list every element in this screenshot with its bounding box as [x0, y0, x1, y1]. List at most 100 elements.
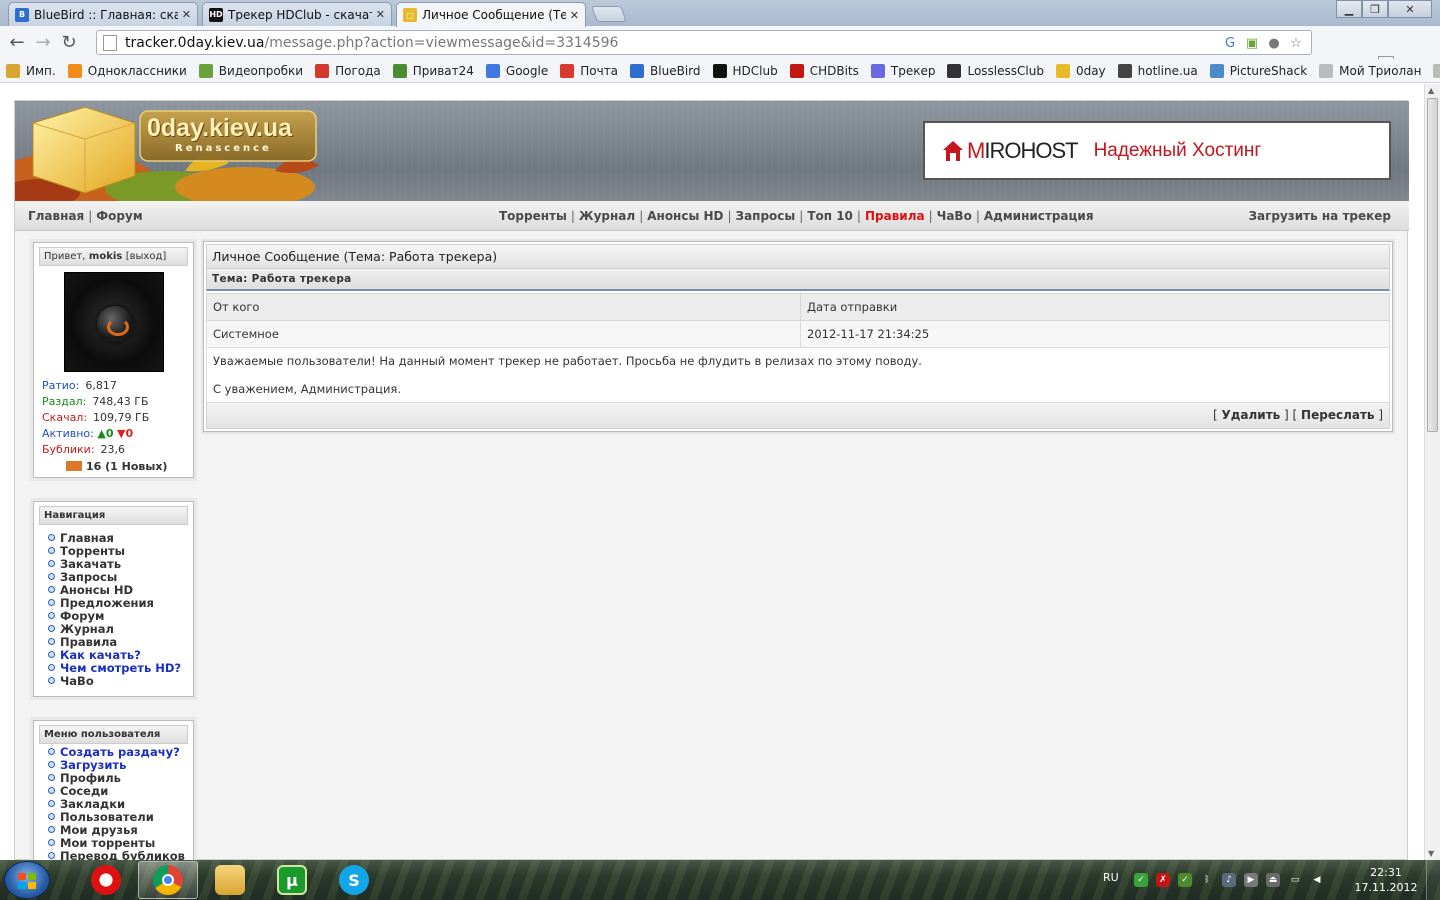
- window-close-button[interactable]: ✕: [1388, 0, 1432, 18]
- show-desktop-button[interactable]: [1426, 860, 1440, 900]
- volume-icon[interactable]: ◀: [1310, 873, 1324, 887]
- lightbulb-icon[interactable]: ●: [1265, 34, 1283, 52]
- page-viewport: 0day.kiev.ua Renascence MIROHOST Надежны…: [0, 84, 1424, 860]
- taskbar-opera[interactable]: [76, 861, 136, 899]
- close-icon[interactable]: ✕: [570, 9, 579, 22]
- user-menu-list: Создать раздачу? Загрузить Профиль Соседи За…: [34, 744, 193, 861]
- bubliki-row: Бублики: 23,6: [42, 443, 126, 456]
- bookmark-item[interactable]: Трекер: [870, 63, 935, 78]
- avatar[interactable]: [63, 272, 164, 372]
- bluetooth-icon[interactable]: ᛒ: [1200, 873, 1214, 887]
- new-tab-button[interactable]: [591, 6, 627, 22]
- media-icon[interactable]: ▶: [1244, 873, 1258, 887]
- tab-bluebird[interactable]: B BlueBird :: Главная: скача ✕: [8, 2, 198, 26]
- extension-icon[interactable]: ▣: [1243, 34, 1261, 52]
- menu-journal[interactable]: Журнал: [579, 209, 635, 223]
- bookmark-item[interactable]: Google: [485, 63, 548, 78]
- menu-top10[interactable]: Топ 10: [807, 209, 853, 223]
- bookmark-item[interactable]: 0day: [1055, 63, 1106, 78]
- taskbar-explorer[interactable]: [200, 861, 260, 899]
- bookmark-item[interactable]: hotline.ua: [1117, 63, 1198, 78]
- close-icon[interactable]: ✕: [376, 8, 385, 21]
- active-row: Активно: ▲0 ▼0: [42, 427, 134, 440]
- taskbar-chrome[interactable]: [138, 861, 198, 899]
- bookmark-item[interactable]: Видеопробки: [198, 63, 304, 78]
- omnibox-icons: G ▣ ● ☆: [1221, 34, 1305, 52]
- scroll-down-icon[interactable]: ▼: [1428, 849, 1434, 858]
- user-menu-title: Меню пользователя: [39, 725, 188, 744]
- windows-taskbar: µ S RU ✓ ✗ ✓ ᛒ ♪ ▶ ⏏ ▭ ◀ 22:31 17.11.201…: [0, 860, 1440, 900]
- forward-arrow-icon[interactable]: →: [30, 30, 56, 56]
- message-meta-table: От кого Дата отправки Системное 2012-11-…: [206, 293, 1390, 348]
- menu-rules[interactable]: Правила: [865, 209, 925, 223]
- envelope-icon: [66, 461, 82, 471]
- close-icon[interactable]: ✕: [182, 8, 191, 21]
- start-button[interactable]: [4, 861, 50, 899]
- tab-message[interactable]: ▢ Личное Сообщение (Те ✕: [396, 2, 586, 27]
- scroll-thumb[interactable]: [1427, 98, 1438, 432]
- google-translate-icon[interactable]: G: [1221, 34, 1239, 52]
- bookmark-item[interactable]: CHDBits: [789, 63, 859, 78]
- tab-title: Личное Сообщение (Те: [422, 8, 566, 22]
- sidebar-item[interactable]: Перевод бубликов: [48, 850, 193, 861]
- safely-remove-icon[interactable]: ⏏: [1266, 873, 1280, 887]
- menu-upload[interactable]: Загрузить на трекер: [1248, 209, 1391, 223]
- star-icon[interactable]: ☆: [1287, 34, 1305, 52]
- navigation-block: Навигация Главная Торренты Закачать Запросы…: [33, 501, 194, 697]
- maximize-button[interactable]: ❐: [1362, 0, 1388, 18]
- update-tray-icon[interactable]: ✓: [1178, 873, 1192, 887]
- taskbar-utorrent[interactable]: µ: [262, 861, 322, 899]
- menu-torrents[interactable]: Торренты: [499, 209, 567, 223]
- scroll-up-icon[interactable]: ▲: [1428, 86, 1434, 95]
- bookmark-item[interactable]: PictureShack: [1209, 63, 1307, 78]
- taskbar-skype[interactable]: S: [324, 861, 384, 899]
- minimize-button[interactable]: ▁: [1336, 0, 1362, 18]
- folder-icon: [6, 63, 20, 78]
- bookmark-item[interactable]: HDClub: [712, 63, 778, 78]
- clock[interactable]: 22:31 17.11.2012: [1354, 865, 1418, 895]
- menu-announces[interactable]: Анонсы HD: [647, 209, 723, 223]
- sidebar-item[interactable]: ЧаВо: [48, 675, 193, 688]
- bookmark-item[interactable]: Мой Триолан: [1319, 63, 1421, 78]
- bluebird-icon: B: [15, 7, 29, 22]
- bookmark-item[interactable]: Имп.: [6, 63, 56, 78]
- bookmark-item[interactable]: LosslessClub: [947, 63, 1044, 78]
- bookmark-item[interactable]: Погода: [315, 63, 381, 78]
- reload-icon[interactable]: ↻: [56, 30, 82, 56]
- menu-administration[interactable]: Администрация: [984, 209, 1094, 223]
- menu-requests[interactable]: Запросы: [736, 209, 796, 223]
- bookmark-label: Видеопробки: [218, 63, 304, 78]
- kaspersky-tray-icon[interactable]: ✓: [1134, 873, 1148, 887]
- bookmark-item[interactable]: C & H: [1433, 63, 1440, 78]
- bookmark-item[interactable]: Почта: [560, 63, 618, 78]
- bookmark-item[interactable]: Одноклассники: [67, 63, 187, 78]
- antivirus-tray-icon[interactable]: ✗: [1156, 873, 1170, 887]
- messages-link[interactable]: 16 (1 Новых): [34, 460, 193, 473]
- sound-card-icon[interactable]: ♪: [1222, 873, 1236, 887]
- page-icon: [1319, 63, 1334, 78]
- gmail-icon: [560, 63, 575, 78]
- tab-hdclub[interactable]: HD Трекер HDClub - скачать ✕: [202, 2, 392, 26]
- bookmark-item[interactable]: BlueBird: [630, 63, 701, 78]
- delete-button[interactable]: Удалить: [1221, 408, 1280, 422]
- network-icon[interactable]: ▭: [1288, 873, 1302, 887]
- menu-home[interactable]: Главная: [28, 209, 84, 223]
- menu-forum[interactable]: Форум: [96, 209, 142, 223]
- mirohost-banner[interactable]: MIROHOST Надежный Хостинг: [923, 121, 1391, 180]
- logo-subtitle: Renascence: [175, 143, 272, 154]
- logout-link[interactable]: [выход]: [126, 251, 167, 262]
- forward-button[interactable]: Переслать: [1301, 408, 1374, 422]
- table-header-row: От кого Дата отправки: [206, 293, 1390, 321]
- username-link[interactable]: mokis: [89, 251, 122, 262]
- vertical-scrollbar[interactable]: ▲ ▼: [1424, 84, 1440, 860]
- bookmark-label: LosslessClub: [967, 63, 1044, 78]
- back-arrow-icon[interactable]: ←: [4, 30, 30, 56]
- bookmark-item[interactable]: Приват24: [392, 63, 474, 78]
- leeching-count[interactable]: 0: [125, 427, 133, 440]
- sent-date: 2012-11-17 21:34:25: [800, 320, 1390, 348]
- address-bar[interactable]: tracker.0day.kiev.ua/message.php?action=…: [96, 30, 1312, 55]
- privat24-icon: [392, 63, 407, 78]
- menu-faq[interactable]: ЧаВо: [937, 209, 972, 223]
- language-indicator[interactable]: RU: [1103, 871, 1119, 884]
- seeding-count[interactable]: 0: [106, 427, 114, 440]
